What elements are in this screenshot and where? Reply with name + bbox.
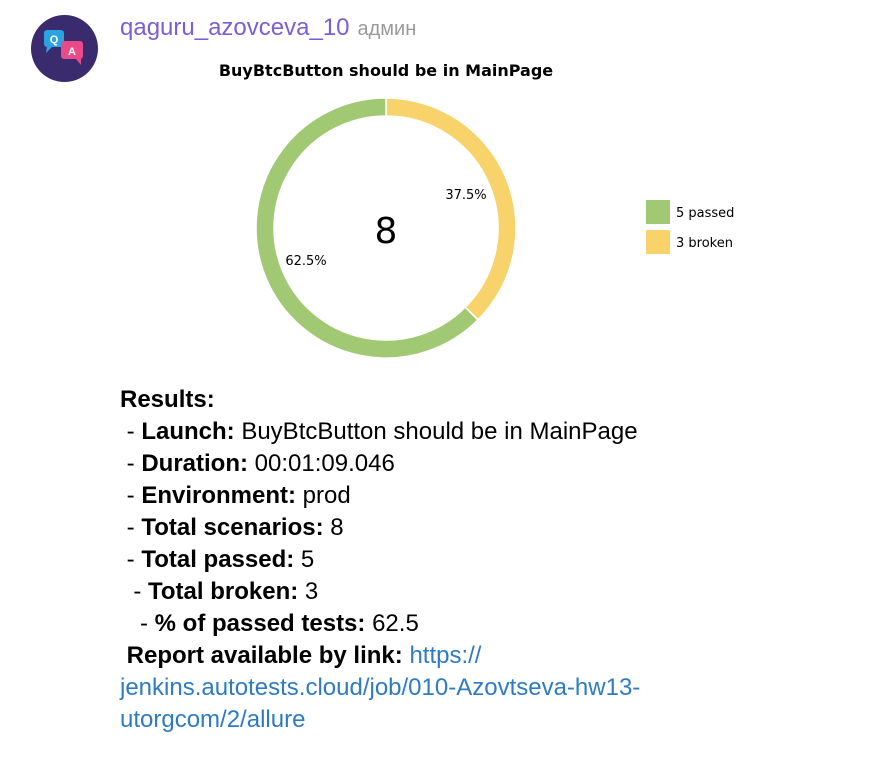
result-prefix: - — [120, 578, 148, 605]
result-line: - Duration: 00:01:09.046 — [120, 448, 880, 480]
percent-label-broken: 37.5% — [445, 188, 486, 203]
result-prefix: - — [120, 514, 142, 541]
result-prefix: - — [120, 610, 155, 637]
result-label: Duration: — [141, 450, 248, 477]
result-line: - Total passed: 5 — [120, 544, 880, 576]
slice-broken — [385, 97, 517, 321]
result-value: BuyBtcButton should be in MainPage — [234, 418, 638, 445]
result-value: 8 — [323, 514, 344, 541]
report-label: Report available by link: — [126, 642, 403, 669]
result-line: - Launch: BuyBtcButton should be in Main… — [120, 416, 880, 448]
result-value: 5 — [294, 546, 315, 573]
chart-legend: 5 passed 3 broken — [646, 200, 734, 254]
chart-title: BuyBtcButton should be in MainPage — [219, 61, 553, 80]
result-value: 62.5 — [365, 610, 419, 637]
result-line: - Total scenarios: 8 — [120, 512, 880, 544]
legend-label: 3 broken — [676, 236, 733, 251]
results-list: - Launch: BuyBtcButton should be in Main… — [120, 416, 880, 640]
sender-name[interactable]: qaguru_azovceva_10 — [120, 14, 350, 42]
result-label: Total passed: — [141, 546, 295, 573]
result-value: prod — [296, 482, 351, 509]
report-line: Report available by link: https:// — [120, 640, 880, 672]
result-label: Environment: — [141, 482, 297, 509]
result-label: Total broken: — [148, 578, 299, 605]
report-link-part-3[interactable]: utorgcom/2/allure — [120, 706, 305, 733]
result-prefix: - — [120, 418, 142, 445]
result-line: - % of passed tests: 62.5 — [120, 608, 880, 640]
result-line: - Environment: prod — [120, 480, 880, 512]
qa-logo-icon: Q A — [44, 30, 83, 65]
result-label: Launch: — [141, 418, 235, 445]
legend-swatch — [646, 230, 670, 254]
result-label: % of passed tests: — [154, 610, 366, 637]
result-prefix: - — [120, 450, 142, 477]
slice-passed — [255, 97, 479, 359]
result-prefix: - — [120, 546, 142, 573]
message-header: qaguru_azovceva_10 админ — [120, 14, 416, 46]
sender-role: админ — [357, 18, 417, 40]
avatar-letter-a: A — [68, 46, 76, 58]
result-prefix: - — [120, 482, 142, 509]
result-line: - Total broken: 3 — [120, 576, 880, 608]
result-label: Total scenarios: — [141, 514, 324, 541]
results-text: Results: - Launch: BuyBtcButton should b… — [120, 384, 880, 736]
chart-image[interactable]: BuyBtcButton should be in MainPage 8 62.… — [160, 52, 800, 372]
donut-chart: BuyBtcButton should be in MainPage 8 62.… — [219, 61, 734, 359]
result-value: 3 — [298, 578, 319, 605]
report-link-part-2[interactable]: jenkins.autotests.cloud/job/010-Azovtsev… — [120, 674, 640, 701]
report-link-part-1[interactable]: https:// — [409, 642, 481, 669]
chart-center-label: 8 — [375, 211, 398, 252]
percent-label-passed: 62.5% — [285, 254, 326, 269]
avatar[interactable]: Q A — [31, 15, 98, 82]
legend-label: 5 passed — [676, 206, 734, 221]
avatar-letter-q: Q — [50, 34, 59, 46]
legend-swatch — [646, 200, 670, 224]
results-heading: Results: — [120, 386, 215, 413]
result-value: 00:01:09.046 — [247, 450, 395, 477]
